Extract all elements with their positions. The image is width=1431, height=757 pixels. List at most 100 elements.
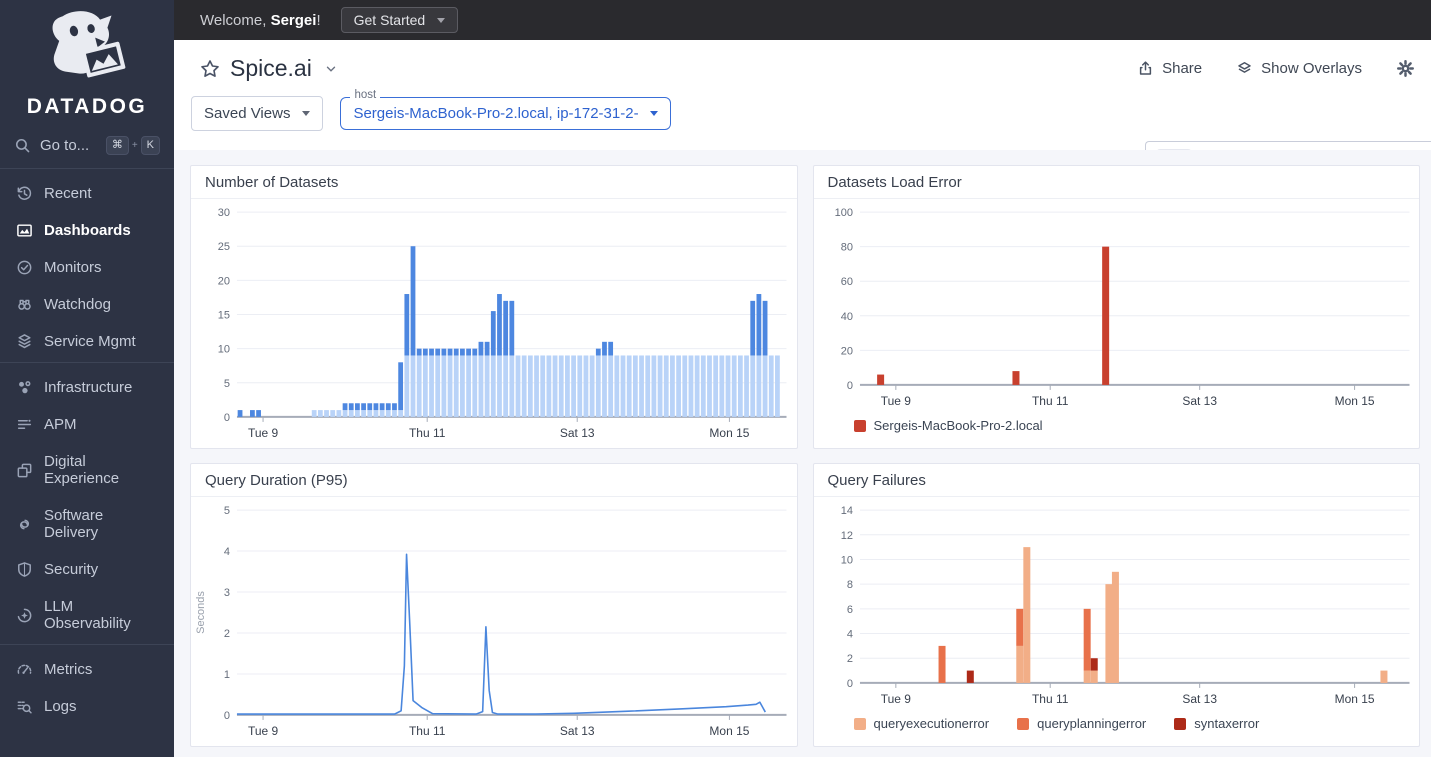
svg-text:2: 2 bbox=[224, 628, 230, 640]
host-select[interactable]: host Sergeis-MacBook-Pro-2.local, ip-172… bbox=[340, 89, 672, 130]
panel-datasets-load-error: Datasets Load Error 0 20 40 60 80 100 Tue 9 Thu… bbox=[812, 165, 1420, 449]
chevron-down-icon[interactable] bbox=[324, 62, 338, 76]
chart-datasets-load-error[interactable]: 0 20 40 60 80 100 Tue 9 Thu 11 Sat 13 Mon 15 bbox=[814, 199, 1420, 413]
sidebar-divider bbox=[0, 644, 174, 645]
show-overlays-button[interactable]: Show Overlays bbox=[1236, 60, 1362, 77]
search-icon bbox=[14, 137, 31, 154]
top-bar: Welcome, Sergei! Get Started bbox=[174, 0, 1431, 40]
chart-number-of-datasets[interactable]: 0 5 10 15 20 25 30 Tue 9 Thu 11 Sat 13 Mon 15 bbox=[191, 199, 797, 445]
dashboard-content: Number of Datasets 0 5 10 15 20 25 30 Tue 9 Thu … bbox=[174, 150, 1431, 757]
service-mgmt-icon bbox=[16, 333, 33, 350]
sidebar-item-label: Recent bbox=[44, 185, 92, 202]
legend-label: Sergeis-MacBook-Pro-2.local bbox=[873, 418, 1043, 433]
svg-text:0: 0 bbox=[224, 412, 230, 424]
legend-swatch bbox=[853, 717, 866, 730]
watchdog-icon bbox=[16, 296, 33, 313]
chart-legend: Sergeis-MacBook-Pro-2.local bbox=[814, 413, 1420, 433]
svg-text:25: 25 bbox=[218, 241, 230, 253]
svg-text:Tue 9: Tue 9 bbox=[880, 692, 911, 706]
sidebar-item-watchdog[interactable]: Watchdog bbox=[0, 286, 174, 323]
saved-views-button[interactable]: Saved Views bbox=[191, 96, 324, 131]
svg-text:Sat 13: Sat 13 bbox=[1182, 692, 1217, 706]
sidebar-item-label: Monitors bbox=[44, 259, 102, 276]
legend-swatch bbox=[853, 419, 866, 432]
panel-title: Datasets Load Error bbox=[813, 166, 1419, 199]
datadog-logo[interactable]: DATADOG bbox=[0, 0, 174, 123]
legend-label: queryexecutionerror bbox=[873, 716, 990, 731]
legend-swatch bbox=[1174, 717, 1187, 730]
chart-query-duration-p95[interactable]: 0 1 2 3 4 5 Tue 9 Thu 11 Sat 13 Mon 15 Seconds bbox=[191, 497, 797, 743]
settings-gear-icon[interactable] bbox=[1396, 59, 1415, 78]
sidebar-divider bbox=[0, 168, 174, 169]
legend-label: syntaxerror bbox=[1194, 716, 1260, 731]
sidebar-item-recent[interactable]: Recent bbox=[0, 175, 174, 212]
share-icon bbox=[1137, 60, 1154, 77]
legend-item[interactable]: syntaxerror bbox=[1174, 716, 1259, 731]
page-title: Spice.ai bbox=[230, 55, 312, 81]
datadog-wordmark: DATADOG bbox=[26, 95, 148, 118]
chart-legend: queryexecutionerror queryplanningerror syn… bbox=[814, 711, 1420, 731]
sidebar-item-software-delivery[interactable]: Software Delivery bbox=[0, 497, 174, 551]
svg-text:100: 100 bbox=[834, 207, 852, 219]
sidebar-item-label: Security bbox=[44, 561, 99, 578]
svg-text:5: 5 bbox=[224, 505, 230, 517]
svg-text:4: 4 bbox=[224, 546, 230, 558]
svg-text:Sat 13: Sat 13 bbox=[1182, 394, 1217, 408]
svg-text:8: 8 bbox=[846, 579, 852, 591]
svg-text:40: 40 bbox=[840, 311, 852, 323]
sidebar-item-digital-experience[interactable]: Digital Experience bbox=[0, 443, 174, 497]
svg-text:80: 80 bbox=[840, 242, 852, 254]
get-started-button[interactable]: Get Started bbox=[340, 7, 459, 33]
panel-title: Query Duration (P95) bbox=[191, 464, 797, 497]
legend-item[interactable]: queryplanningerror bbox=[1017, 716, 1146, 731]
sidebar-item-monitors[interactable]: Monitors bbox=[0, 249, 174, 286]
infrastructure-icon bbox=[16, 379, 33, 396]
svg-text:5: 5 bbox=[224, 378, 230, 390]
sidebar-item-llm-observability[interactable]: LLM Observability bbox=[0, 588, 174, 642]
svg-text:Tue 9: Tue 9 bbox=[880, 394, 911, 408]
sidebar-item-infrastructure[interactable]: Infrastructure bbox=[0, 369, 174, 406]
svg-text:6: 6 bbox=[846, 604, 852, 616]
legend-swatch bbox=[1017, 717, 1030, 730]
svg-text:1: 1 bbox=[224, 669, 230, 681]
plus-sign: + bbox=[131, 140, 138, 151]
svg-text:Thu 11: Thu 11 bbox=[1031, 394, 1068, 408]
favorite-star-icon[interactable] bbox=[200, 59, 220, 79]
svg-text:60: 60 bbox=[840, 276, 852, 288]
dashboard-header: Spice.ai Share Show Overlays Saved Views… bbox=[174, 40, 1431, 177]
svg-text:Tue 9: Tue 9 bbox=[248, 724, 279, 738]
metrics-icon bbox=[16, 661, 33, 678]
digital-experience-icon bbox=[16, 462, 33, 479]
sidebar-item-label: Software Delivery bbox=[44, 507, 104, 541]
svg-text:20: 20 bbox=[218, 275, 230, 287]
svg-text:15: 15 bbox=[218, 310, 230, 322]
go-to-label: Go to... bbox=[40, 137, 90, 154]
sidebar-item-metrics[interactable]: Metrics bbox=[0, 651, 174, 688]
logs-icon bbox=[16, 698, 33, 715]
sidebar-item-label: Digital Experience bbox=[44, 453, 120, 487]
user-name: Sergei bbox=[270, 11, 317, 29]
sidebar-item-label: LLM Observability bbox=[44, 598, 131, 632]
software-delivery-icon bbox=[16, 516, 33, 533]
sidebar-item-logs[interactable]: Logs bbox=[0, 688, 174, 725]
sidebar-item-dashboards[interactable]: Dashboards bbox=[0, 212, 174, 249]
svg-text:Mon 15: Mon 15 bbox=[1334, 394, 1374, 408]
sidebar-item-label: Service Mgmt bbox=[44, 333, 136, 350]
sidebar-item-label: Infrastructure bbox=[44, 379, 133, 396]
legend-item[interactable]: Sergeis-MacBook-Pro-2.local bbox=[853, 418, 1043, 433]
apm-icon bbox=[16, 416, 33, 433]
legend-label: queryplanningerror bbox=[1037, 716, 1147, 731]
sidebar: DATADOG Go to... ⌘ + K Recent Dashboards M… bbox=[0, 0, 174, 757]
svg-text:3: 3 bbox=[224, 587, 230, 599]
share-button[interactable]: Share bbox=[1137, 60, 1202, 77]
sidebar-item-service-mgmt[interactable]: Service Mgmt bbox=[0, 323, 174, 360]
legend-item[interactable]: queryexecutionerror bbox=[853, 716, 990, 731]
svg-text:Sat 13: Sat 13 bbox=[560, 724, 595, 738]
panel-query-failures: Query Failures 0 2 4 6 8 10 12 14 Tue 9 Thu 11 Sat… bbox=[812, 463, 1420, 747]
welcome-text: Welcome, Sergei! bbox=[200, 11, 321, 29]
go-to-search[interactable]: Go to... ⌘ + K bbox=[0, 123, 174, 166]
shortcut-keys: ⌘ + K bbox=[105, 136, 160, 155]
chart-query-failures[interactable]: 0 2 4 6 8 10 12 14 Tue 9 Thu 11 Sat 13 Mon 15 bbox=[814, 497, 1420, 711]
sidebar-item-apm[interactable]: APM bbox=[0, 406, 174, 443]
sidebar-item-security[interactable]: Security bbox=[0, 551, 174, 588]
